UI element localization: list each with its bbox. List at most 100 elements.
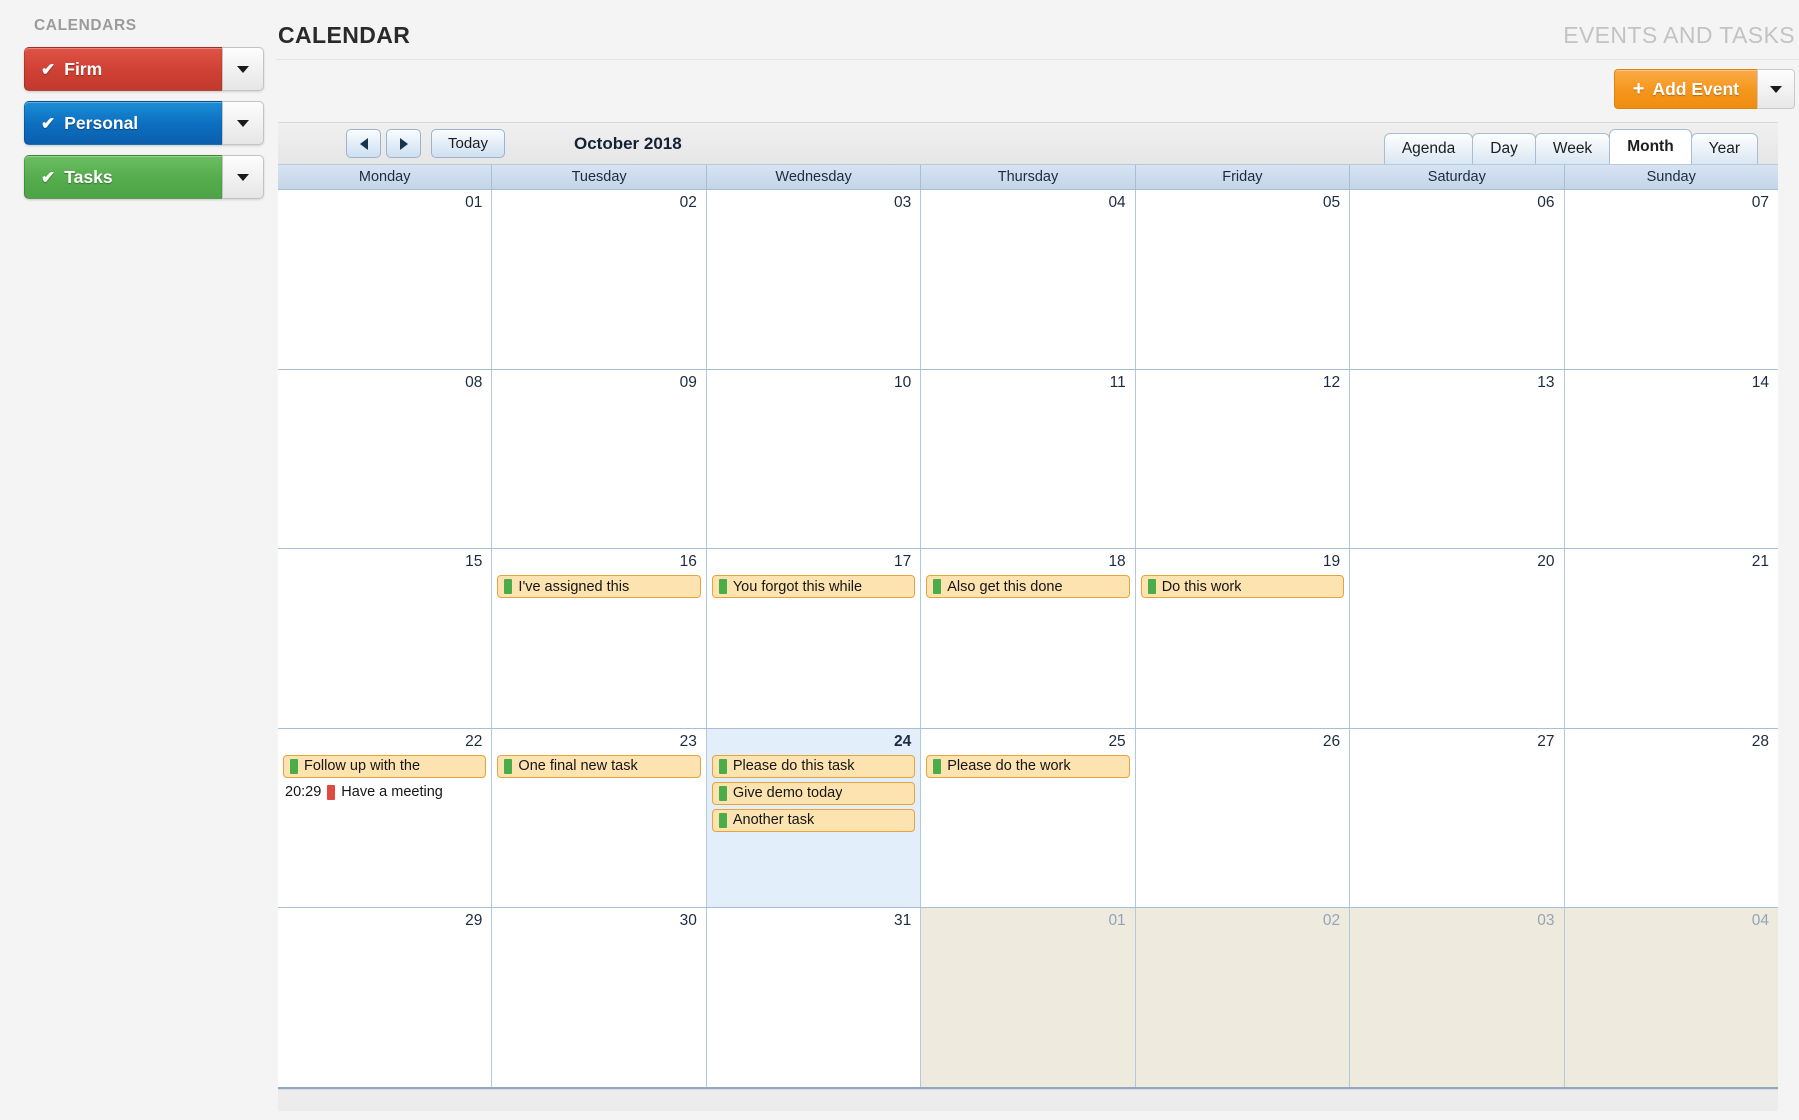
event-title: Follow up with the [304, 758, 421, 775]
day-cell[interactable]: 01 [278, 190, 493, 369]
day-cell[interactable]: 15 [278, 549, 493, 728]
day-number: 01 [465, 194, 483, 211]
calendar-event[interactable]: I've assigned this [497, 575, 701, 599]
day-events: You forgot this while [707, 570, 920, 599]
event-color-chip [504, 579, 513, 595]
day-cell[interactable]: 30 [492, 908, 707, 1087]
event-title: One final new task [518, 758, 638, 775]
day-cell[interactable]: 26 [1135, 728, 1351, 908]
calendar-event[interactable]: Give demo today [711, 781, 916, 805]
calendar-menu-button-firm[interactable] [222, 47, 264, 91]
day-cell[interactable]: 21 [1564, 549, 1778, 728]
day-of-week-tuesday: Tuesday [492, 165, 707, 189]
view-tab-month[interactable]: Month [1609, 129, 1692, 164]
add-event-dropdown-button[interactable] [1757, 69, 1795, 109]
calendar-toggle-personal[interactable]: ✔ Personal [24, 101, 222, 145]
view-tab-year[interactable]: Year [1690, 133, 1758, 164]
day-events: Please do this task Give demo today Anothe… [707, 750, 920, 832]
day-cell[interactable]: 18 Also get this done [921, 549, 1136, 728]
calendar-event[interactable]: Follow up with the [283, 754, 487, 778]
page-header: CALENDAR EVENTS AND TASKS [276, 0, 1799, 60]
day-number: 04 [1108, 194, 1126, 211]
day-cell[interactable]: 23 One final new task [492, 728, 707, 908]
today-button[interactable]: Today [431, 129, 506, 158]
event-color-chip [1147, 579, 1156, 595]
day-cell-today[interactable]: 24 Please do this task Give demo today Anot… [706, 728, 922, 908]
day-events: Follow up with the 20:29 Have a meeting [278, 750, 491, 803]
calendar-toggle-tasks[interactable]: ✔ Tasks [24, 155, 222, 199]
calendar-menu-button-tasks[interactable] [222, 155, 264, 199]
day-events: Please do the work [921, 750, 1134, 778]
day-cell[interactable]: 04 [1564, 908, 1778, 1087]
check-icon: ✔ [41, 59, 56, 79]
calendar-event[interactable]: You forgot this while [711, 575, 916, 599]
day-cell[interactable]: 01 [921, 908, 1136, 1087]
day-number: 07 [1751, 194, 1769, 211]
day-cell[interactable]: 19 Do this work [1135, 549, 1351, 728]
day-cell[interactable]: 03 [1350, 908, 1565, 1087]
day-of-week-friday: Friday [1136, 165, 1351, 189]
day-cell[interactable]: 27 [1350, 728, 1565, 908]
calendar-filter-list: ✔ Firm ✔ Personal ✔ Tasks [0, 47, 276, 199]
add-event-button[interactable]: + Add Event [1613, 69, 1757, 109]
day-cell[interactable]: 20 [1350, 549, 1565, 728]
day-cell[interactable]: 29 [278, 908, 493, 1087]
day-cell[interactable]: 31 [706, 908, 922, 1087]
event-title: Do this work [1161, 578, 1242, 595]
calendar-event[interactable]: Also get this done [926, 575, 1130, 599]
week-row: 22 Follow up with the 20:29 Have a meeting 2… [278, 728, 1778, 909]
view-tab-agenda[interactable]: Agenda [1383, 133, 1474, 164]
day-cell[interactable]: 14 [1564, 369, 1778, 549]
arrow-right-icon [399, 137, 408, 150]
sidebar-heading: CALENDARS [34, 17, 137, 34]
day-cell[interactable]: 09 [492, 369, 707, 549]
day-cell[interactable]: 16 I've assigned this [492, 549, 707, 728]
day-number: 03 [1537, 912, 1555, 930]
chevron-down-icon [237, 173, 249, 181]
view-tab-day[interactable]: Day [1472, 133, 1536, 164]
calendar-filter-row: ✔ Tasks [24, 155, 264, 199]
day-number: 17 [894, 553, 912, 571]
calendar-event[interactable]: Do this work [1140, 575, 1345, 599]
day-cell[interactable]: 07 [1564, 190, 1778, 369]
day-number: 08 [465, 373, 483, 391]
day-cell[interactable]: 12 [1135, 369, 1351, 549]
day-cell[interactable]: 28 [1564, 728, 1778, 908]
page-title: CALENDAR [278, 22, 411, 48]
day-number: 13 [1537, 373, 1555, 391]
event-color-chip [718, 758, 727, 774]
day-number: 30 [679, 912, 697, 930]
calendar-event[interactable]: One final new task [497, 754, 701, 778]
day-cell[interactable]: 03 [706, 190, 922, 369]
day-cell[interactable]: 04 [921, 190, 1136, 369]
event-color-chip [933, 579, 942, 595]
calendar-event[interactable]: Please do this task [711, 754, 916, 778]
day-cell[interactable]: 06 [1350, 190, 1565, 369]
calendar-toolbar: Today October 2018 Agenda Day Week Month Yea… [278, 123, 1778, 165]
day-cell[interactable]: 22 Follow up with the 20:29 Have a meeting [278, 728, 493, 908]
day-events: Do this work [1136, 570, 1349, 599]
calendar-event[interactable]: Another task [711, 808, 916, 832]
day-cell[interactable]: 11 [921, 369, 1136, 549]
next-period-button[interactable] [386, 129, 421, 158]
day-cell[interactable]: 13 [1350, 369, 1565, 549]
day-cell[interactable]: 02 [1135, 908, 1351, 1087]
day-cell[interactable]: 25 Please do the work [921, 728, 1136, 908]
day-cell[interactable]: 08 [278, 369, 493, 549]
day-number: 31 [894, 912, 912, 930]
calendar-toggle-firm[interactable]: ✔ Firm [24, 47, 222, 91]
day-number: 19 [1322, 553, 1341, 571]
prev-period-button[interactable] [346, 129, 381, 158]
calendar-menu-button-personal[interactable] [222, 101, 264, 145]
event-title: Another task [732, 812, 815, 829]
calendar-event[interactable]: Please do the work [926, 754, 1130, 778]
day-cell[interactable]: 17 You forgot this while [706, 549, 922, 728]
day-cell[interactable]: 02 [492, 190, 707, 369]
day-cell[interactable]: 10 [706, 369, 922, 549]
add-event-label: Add Event [1652, 78, 1739, 99]
view-tab-week[interactable]: Week [1534, 133, 1611, 164]
view-tab-group: Agenda Day Week Month Year [1383, 129, 1758, 164]
calendar-event[interactable]: 20:29 Have a meeting [283, 782, 486, 803]
day-number: 24 [894, 732, 912, 750]
day-cell[interactable]: 05 [1135, 190, 1351, 369]
